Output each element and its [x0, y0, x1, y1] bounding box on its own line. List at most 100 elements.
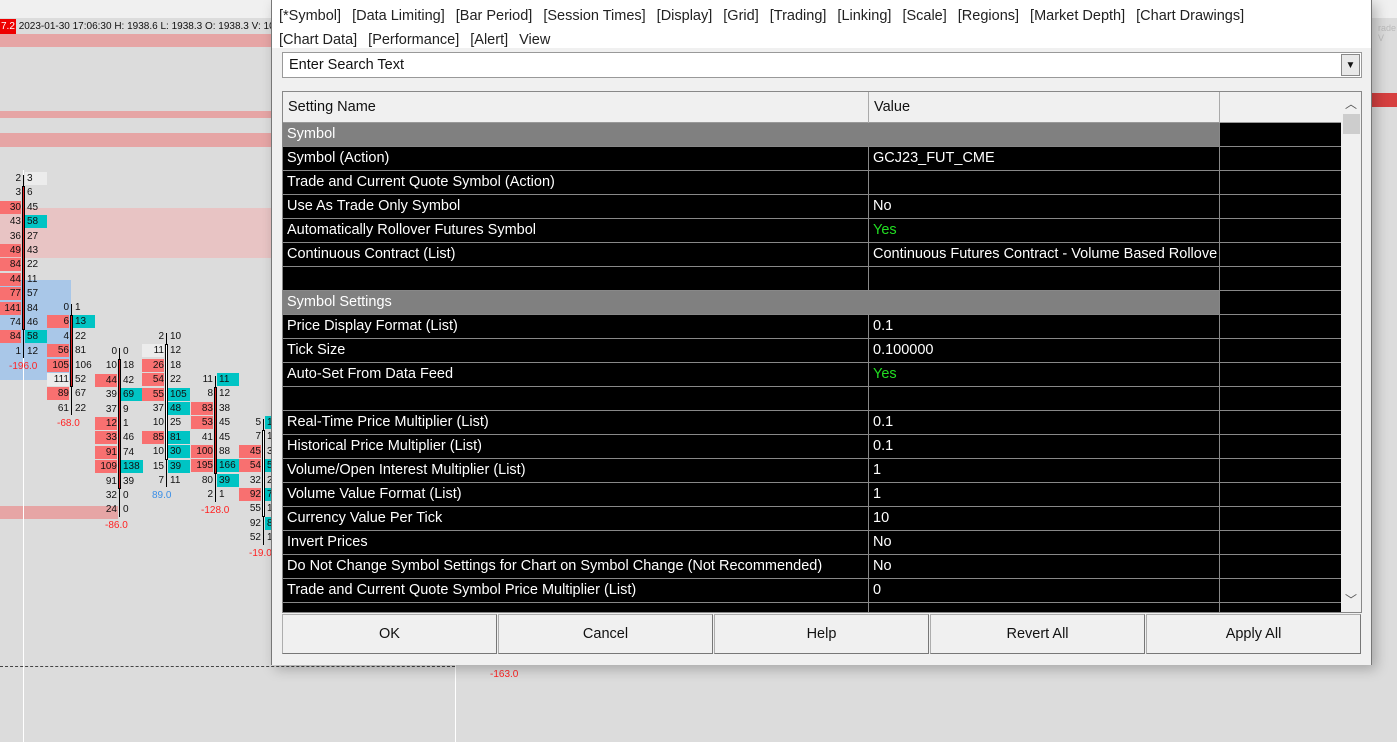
- setting-value[interactable]: 0.1: [869, 411, 1220, 434]
- bid-volume: 15: [152, 460, 164, 472]
- setting-value[interactable]: No: [869, 531, 1220, 554]
- column-header-value[interactable]: Value: [869, 92, 1220, 123]
- ask-volume: 27: [27, 230, 39, 242]
- tab-marketdepth[interactable]: [Market Depth]: [1030, 8, 1125, 24]
- setting-name[interactable]: Real-Time Price Multiplier (List): [283, 411, 869, 434]
- tab-grid[interactable]: [Grid]: [723, 8, 758, 24]
- section-header: Symbol Settings: [283, 291, 1342, 315]
- setting-row[interactable]: Do Not Change Symbol Settings for Chart …: [283, 555, 1342, 579]
- tab-chartdrawings[interactable]: [Chart Drawings]: [1136, 8, 1244, 24]
- tab-chartdata[interactable]: [Chart Data]: [279, 32, 357, 48]
- tab-trading[interactable]: [Trading]: [770, 8, 827, 24]
- setting-value[interactable]: No: [869, 195, 1220, 218]
- setting-value[interactable]: 1: [869, 483, 1220, 506]
- setting-row[interactable]: Trade and Current Quote Symbol (Action): [283, 171, 1342, 195]
- setting-value[interactable]: 1: [869, 459, 1220, 482]
- tab-scale[interactable]: [Scale]: [902, 8, 946, 24]
- setting-value[interactable]: 0.1: [869, 435, 1220, 458]
- ask-volume: 3: [25, 172, 47, 185]
- setting-row[interactable]: Price Display Format (List) 0.1: [283, 315, 1342, 339]
- setting-row[interactable]: Use As Trade Only Symbol No: [283, 195, 1342, 219]
- setting-name[interactable]: Use As Trade Only Symbol: [283, 195, 869, 218]
- setting-row[interactable]: Currency Value Per Tick 10: [283, 507, 1342, 531]
- setting-name[interactable]: Auto-Set From Data Feed: [283, 363, 869, 386]
- bar-info-line: 7.2 2023-01-30 17:06:30 H: 1938.6 L: 193…: [0, 19, 280, 34]
- bid-volume: 33: [95, 431, 117, 445]
- setting-row[interactable]: Automatically Rollover Futures Symbol Yes: [283, 219, 1342, 243]
- setting-value[interactable]: Yes: [869, 363, 1220, 386]
- tab-linking[interactable]: [Linking]: [837, 8, 891, 24]
- setting-row[interactable]: Invert Prices No: [283, 531, 1342, 555]
- setting-row[interactable]: Volume Value Format (List) 1: [283, 483, 1342, 507]
- setting-name[interactable]: Tick Size: [283, 339, 869, 362]
- ask-volume: 12: [27, 345, 39, 357]
- tab-symbol[interactable]: [*Symbol]: [279, 8, 341, 24]
- price-band: [0, 34, 271, 47]
- setting-name[interactable]: Symbol (Action): [283, 147, 869, 170]
- tab-datalimiting[interactable]: [Data Limiting]: [352, 8, 445, 24]
- setting-value[interactable]: 0: [869, 579, 1220, 602]
- setting-row[interactable]: Symbol (Action) GCJ23_FUT_CME: [283, 147, 1342, 171]
- setting-row[interactable]: Tick Size 0.100000: [283, 339, 1342, 363]
- setting-name[interactable]: Invert Prices: [283, 531, 869, 554]
- setting-value[interactable]: [869, 171, 1220, 194]
- column-header-setting-name[interactable]: Setting Name: [283, 92, 869, 123]
- bid-volume: 109: [95, 460, 117, 474]
- setting-name: [283, 387, 869, 410]
- ask-volume: 11: [170, 475, 181, 486]
- setting-row[interactable]: Real-Time Price Multiplier (List) 0.1: [283, 411, 1342, 435]
- setting-row[interactable]: Historical Price Multiplier (List) 0.1: [283, 435, 1342, 459]
- setting-value[interactable]: Yes: [869, 219, 1220, 242]
- setting-row[interactable]: Volume/Open Interest Multiplier (List) 1: [283, 459, 1342, 483]
- tab-regions[interactable]: [Regions]: [958, 8, 1019, 24]
- setting-value[interactable]: GCJ23_FUT_CME: [869, 147, 1220, 170]
- chevron-down-icon[interactable]: ﹀: [1341, 590, 1361, 610]
- setting-name[interactable]: Continuous Contract (List): [283, 243, 869, 266]
- tab-alert[interactable]: [Alert]: [470, 32, 508, 48]
- apply-all-button[interactable]: Apply All: [1146, 614, 1361, 654]
- ask-volume: 0: [123, 346, 129, 357]
- setting-row[interactable]: Continuous Contract (List) Continuous Fut…: [283, 243, 1342, 267]
- setting-name[interactable]: Volume Value Format (List): [283, 483, 869, 506]
- tab-display[interactable]: [Display]: [657, 8, 713, 24]
- price-band: [0, 133, 271, 147]
- bid-volume: 91: [95, 445, 117, 459]
- setting-value[interactable]: Continuous Futures Contract - Volume Bas…: [869, 243, 1220, 266]
- tab-barperiod[interactable]: [Bar Period]: [456, 8, 533, 24]
- chevron-up-icon[interactable]: ︿: [1341, 94, 1361, 114]
- setting-value[interactable]: 10: [869, 507, 1220, 530]
- ask-volume: 12: [170, 345, 182, 357]
- scroll-thumb[interactable]: [1343, 114, 1360, 134]
- setting-name[interactable]: Volume/Open Interest Multiplier (List): [283, 459, 869, 482]
- bid-volume: 55: [249, 503, 261, 515]
- help-button[interactable]: Help: [714, 614, 929, 654]
- setting-name[interactable]: Automatically Rollover Futures Symbol: [283, 219, 869, 242]
- setting-row[interactable]: Trade and Current Quote Symbol Price Mul…: [283, 579, 1342, 603]
- setting-name[interactable]: Historical Price Multiplier (List): [283, 435, 869, 458]
- tab-performance[interactable]: [Performance]: [368, 32, 459, 48]
- bar-delta: 89.0: [152, 490, 172, 502]
- ask-volume: 18: [170, 359, 182, 371]
- ask-volume: 39: [217, 473, 239, 487]
- ok-button[interactable]: OK: [282, 614, 497, 654]
- setting-value[interactable]: 0.1: [869, 315, 1220, 338]
- ask-volume: 13: [73, 315, 95, 329]
- vertical-scrollbar[interactable]: ︿ ﹀: [1341, 92, 1361, 612]
- setting-name[interactable]: Price Display Format (List): [283, 315, 869, 338]
- chevron-down-icon[interactable]: ▼: [1341, 54, 1360, 76]
- setting-name: [283, 603, 869, 612]
- tab-view[interactable]: View: [519, 32, 550, 48]
- setting-name[interactable]: Currency Value Per Tick: [283, 507, 869, 530]
- setting-value[interactable]: No: [869, 555, 1220, 578]
- bid-volume: 111: [47, 373, 69, 386]
- setting-value[interactable]: 0.100000: [869, 339, 1220, 362]
- setting-name[interactable]: Trade and Current Quote Symbol (Action): [283, 171, 869, 194]
- bid-volume: 32: [249, 474, 261, 486]
- revert-all-button[interactable]: Revert All: [930, 614, 1145, 654]
- cancel-button[interactable]: Cancel: [498, 614, 713, 654]
- setting-name[interactable]: Do Not Change Symbol Settings for Chart …: [283, 555, 869, 578]
- tab-sessiontimes[interactable]: [Session Times]: [543, 8, 645, 24]
- search-input[interactable]: Enter Search Text ▼: [282, 52, 1362, 78]
- setting-row[interactable]: Auto-Set From Data Feed Yes: [283, 363, 1342, 387]
- setting-name[interactable]: Trade and Current Quote Symbol Price Mul…: [283, 579, 869, 602]
